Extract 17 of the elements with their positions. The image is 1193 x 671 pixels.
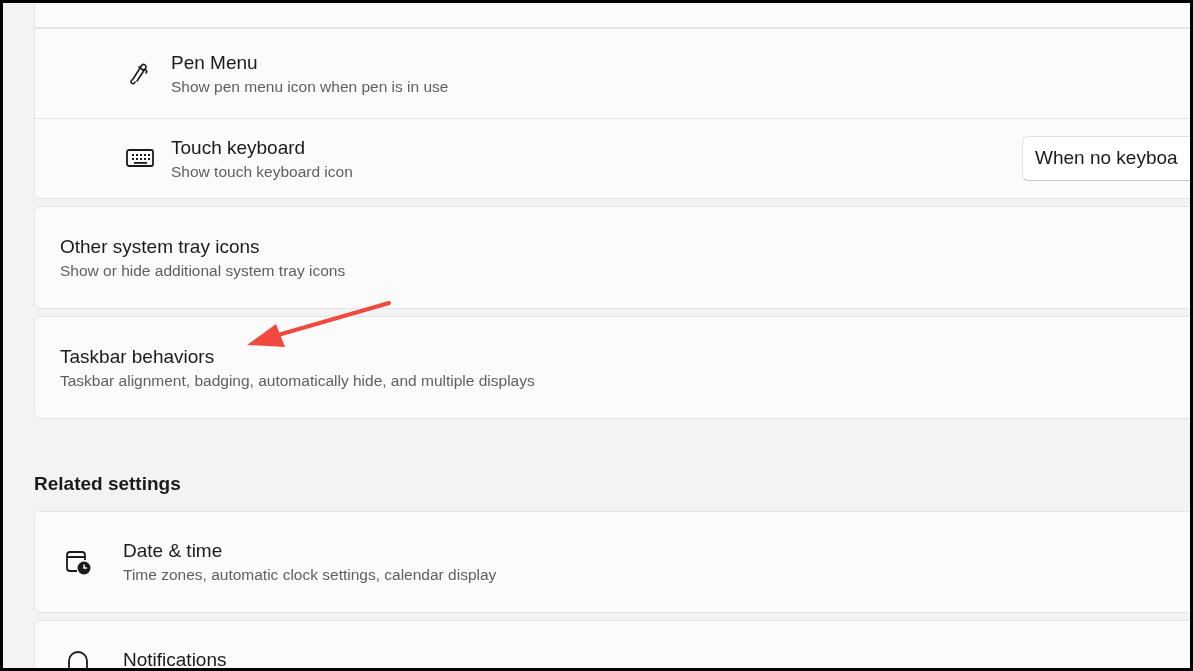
setting-title: Other system tray icons (60, 234, 261, 259)
section-heading: Related settings (34, 472, 182, 496)
setting-title: Touch keyboard (171, 135, 307, 160)
setting-title: Taskbar behaviors (60, 344, 216, 369)
settings-card[interactable]: Other system tray icons Show or hide additional system tray icons (34, 206, 1190, 309)
setting-description: Show pen menu icon when pen is in use (171, 76, 449, 97)
setting-description: Time zones, automatic clock settings, calendar display (123, 564, 497, 585)
settings-card[interactable]: Date & time Time zones, automatic clock settings, calendar display (34, 510, 1190, 613)
setting-description: Taskbar alignment, badging, automatically hide, and multiple displays (60, 370, 535, 391)
setting-title: Notifications (123, 647, 227, 668)
setting-title: Date & time (123, 538, 224, 563)
setting-description: Show touch keyboard icon (171, 161, 353, 182)
setting-title: Pen Menu (171, 50, 259, 75)
settings-card[interactable]: Notifications (34, 619, 1190, 668)
setting-description: Show or hide additional system tray icons (60, 260, 346, 281)
dropdown[interactable]: When no keyboa (1022, 136, 1190, 181)
settings-card[interactable]: Taskbar behaviors Taskbar alignment, badging, automatically hide, and multiple displays (34, 316, 1190, 419)
